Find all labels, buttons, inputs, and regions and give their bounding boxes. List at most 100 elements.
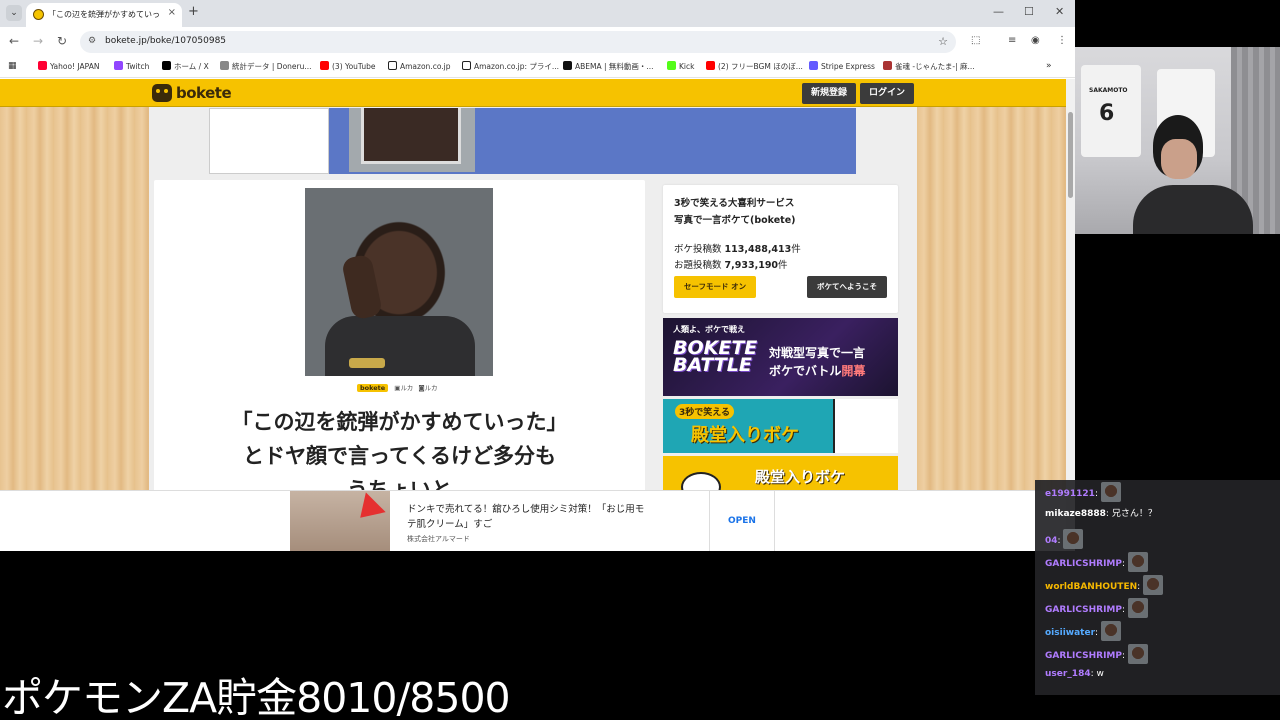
hall-banner-title: 殿堂入りボケ (755, 468, 846, 486)
bookmark-stripe[interactable]: Stripe Express (809, 61, 875, 71)
bookmark-amazon-prime[interactable]: Amazon.co.jp: プライ... (462, 61, 559, 72)
ad-advertiser: 株式会社アルマード (407, 535, 470, 543)
media-control-icon[interactable]: ≡ (1008, 35, 1016, 46)
twitch-icon (114, 61, 123, 70)
site-info-icon[interactable]: ⚙ (88, 36, 96, 46)
bookmark-free-bgm[interactable]: (2) フリーBGM ほのぼ... (706, 61, 803, 72)
tab-search-button[interactable]: ⌄ (6, 5, 22, 21)
photo-credit-user[interactable]: ルカ (400, 384, 413, 392)
battle-copy: ボケでバトル開幕 (769, 364, 866, 378)
bookmark-twitch[interactable]: Twitch (114, 61, 149, 71)
active-tab[interactable]: 「この辺を銃弾がかすめていった」とド × (26, 3, 182, 27)
bookmarks-bar: ▦ Yahoo! JAPAN Twitch ホーム / X 統計データ | Do… (0, 56, 1075, 78)
amazon-icon (388, 61, 397, 70)
battle-headline: 人類よ、ボケで戦え (673, 325, 745, 334)
scrollbar-thumb[interactable] (1068, 112, 1073, 198)
amazon-icon (462, 61, 471, 70)
boke-count: ボケ投稿数 113,488,413件 (674, 244, 801, 255)
apps-grid-icon[interactable]: ▦ (8, 61, 17, 71)
bottom-sticky-ad[interactable]: ドンキで売れてる！舘ひろし使用シミ対策！「おじ用モ テ肌クリーム」すご 株式会社… (0, 490, 1066, 551)
signup-button[interactable]: 新規登録 (802, 83, 856, 104)
minimize-button[interactable]: — (993, 5, 1004, 18)
safe-mode-button[interactable]: セーフモード オン (674, 276, 756, 298)
profile-avatar-icon[interactable]: ◉ (1031, 35, 1040, 46)
emote-icon (1127, 552, 1148, 572)
chat-username[interactable]: GARLICSHRIMP (1045, 605, 1122, 615)
stream-layout: ⌄ 「この辺を銃弾がかすめていった」とド × + — ☐ ✕ ← → ↻ ⚙ b… (0, 0, 1280, 720)
address-bar[interactable]: ⚙ bokete.jp/boke/107050985 ☆ (80, 31, 956, 53)
bookmark-doneru[interactable]: 統計データ | Doneru... (220, 61, 312, 72)
tab-close-icon[interactable]: × (168, 7, 176, 18)
chat-username[interactable]: oisiiwater (1045, 628, 1095, 638)
bookmark-x[interactable]: ホーム / X (162, 61, 209, 72)
ad-headline: テ肌クリーム」すご (407, 519, 493, 530)
webpage-viewport: bokete ▣ルカ ◙ルカ 「この辺を銃弾がかすめていった」 とドヤ顔で言って… (0, 79, 1066, 551)
site-header: bokete 新規登録 ログイン (0, 79, 1066, 107)
youtube-icon (320, 61, 329, 70)
chat-message: oisiiwater: (1045, 621, 1121, 641)
ad-photo[interactable] (290, 491, 390, 551)
emote-icon (1063, 529, 1084, 549)
extensions-icon[interactable]: ⬚ (971, 35, 980, 46)
bookmark-yahoo[interactable]: Yahoo! JAPAN (38, 61, 99, 71)
emote-icon (1100, 482, 1121, 502)
chat-text: 兄さん！？ (1111, 509, 1157, 519)
banner-thumbnail[interactable] (349, 108, 475, 172)
red-arrow-icon (350, 492, 386, 528)
boke-photo[interactable] (305, 188, 493, 376)
emote-icon (1127, 598, 1148, 618)
tagline: 3秒で笑える大喜利サービス (674, 198, 795, 209)
bookmark-kick[interactable]: Kick (667, 61, 694, 71)
url-text[interactable]: bokete.jp/boke/107050985 (105, 36, 226, 46)
bookmark-star-icon[interactable]: ☆ (938, 35, 948, 48)
abema-icon (563, 61, 572, 70)
odai-count: お題投稿数 7,933,190件 (674, 260, 788, 271)
tab-title: 「この辺を銃弾がかすめていった」とド (48, 10, 160, 19)
menu-kebab-icon[interactable]: ⋮ (1057, 35, 1067, 46)
chat-message: GARLICSHRIMP: (1045, 552, 1148, 572)
emote-icon (1143, 575, 1164, 595)
emote-icon (1100, 621, 1121, 641)
chat-username[interactable]: GARLICSHRIMP (1045, 651, 1122, 661)
bookmark-mahjong-soul[interactable]: 雀魂 -じゃんたま-| 麻... (883, 61, 975, 72)
camera-credit-user[interactable]: ルカ (425, 384, 438, 392)
bookmark-amazon[interactable]: Amazon.co.jp (388, 61, 451, 71)
chat-username[interactable]: 04 (1045, 536, 1058, 546)
youtube-icon (706, 61, 715, 70)
chat-username[interactable]: GARLICSHRIMP (1045, 559, 1122, 569)
welcome-button[interactable]: ボケてへようこそ (807, 276, 887, 298)
hall-of-fame-banner[interactable]: 3秒で笑える 殿堂入りボケ (663, 399, 898, 453)
more-bookmarks-chevron-icon[interactable]: » (1046, 61, 1052, 71)
hall-banner-tag: 3秒で笑える (675, 404, 734, 419)
photo-credits: bokete ▣ルカ ◙ルカ (357, 382, 437, 392)
close-window-button[interactable]: ✕ (1055, 5, 1064, 18)
chat-username[interactable]: worldBANHOUTEN (1045, 582, 1137, 592)
reload-icon[interactable]: ↻ (57, 34, 67, 48)
chat-username[interactable]: e1991121 (1045, 489, 1095, 499)
chat-username[interactable]: mikaze8888 (1045, 509, 1106, 519)
bookmark-youtube[interactable]: (3) YouTube (320, 61, 376, 71)
boke-text-line: 「この辺を銃弾がかすめていった」 (231, 410, 568, 434)
browser-window: ⌄ 「この辺を銃弾がかすめていった」とド × + — ☐ ✕ ← → ↻ ⚙ b… (0, 0, 1075, 551)
hall-of-fame-banner-2[interactable]: 殿堂入りボケ (663, 456, 898, 492)
bookmark-abema[interactable]: ABEMA | 無料動画・... (563, 61, 654, 72)
chat-message: GARLICSHRIMP: (1045, 644, 1148, 664)
bokete-battle-banner[interactable]: 人類よ、ボケで戦え BOKETE BATTLE 対戦型写真で一言 ボケでバトル開幕 (663, 318, 898, 396)
forward-arrow-icon[interactable]: → (33, 34, 43, 48)
hall-banner-title: 殿堂入りボケ (691, 425, 799, 446)
login-button[interactable]: ログイン (860, 83, 914, 104)
new-tab-button[interactable]: + (188, 4, 199, 19)
battle-copy: 対戦型写真で一言 (769, 346, 866, 360)
bokete-face-icon (152, 84, 172, 102)
boke-text-line: とドヤ顔で言ってくるけど多分も (243, 444, 556, 468)
tab-strip: ⌄ 「この辺を銃弾がかすめていった」とド × + — ☐ ✕ (0, 0, 1075, 27)
webcam-feed: SAKAMOTO 6 (1075, 47, 1280, 234)
mascot-icon (681, 472, 721, 492)
top-banner-ad[interactable] (209, 108, 856, 174)
back-arrow-icon[interactable]: ← (9, 34, 19, 48)
chat-username[interactable]: user_184 (1045, 669, 1091, 679)
banner-blank-area (209, 108, 329, 174)
maximize-button[interactable]: ☐ (1024, 5, 1034, 18)
chat-message: 04: (1045, 529, 1084, 549)
ad-open-button[interactable]: OPEN (709, 491, 775, 551)
